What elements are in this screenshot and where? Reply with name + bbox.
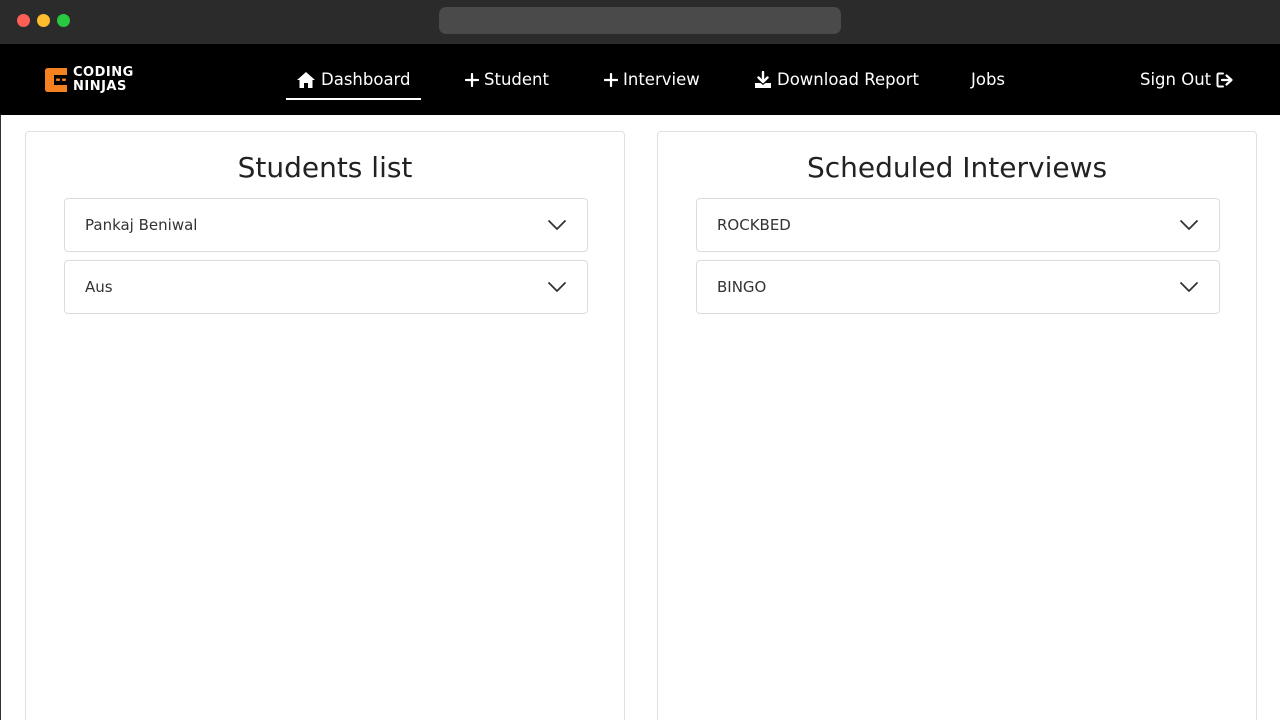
home-icon: [296, 71, 316, 89]
interview-accordion-item[interactable]: BINGO: [696, 260, 1220, 314]
logo-text: CODING NINJAS: [73, 66, 134, 94]
nav-dashboard-label: Dashboard: [321, 70, 411, 89]
scheduled-interviews-title: Scheduled Interviews: [806, 151, 1108, 184]
student-name: Pankaj Beniwal: [85, 216, 198, 234]
maximize-window-button[interactable]: [57, 14, 70, 27]
ninja-logo-icon: [44, 67, 69, 93]
company-name: BINGO: [717, 278, 767, 296]
nav-sign-out-label: Sign Out: [1140, 70, 1212, 89]
interview-accordion-item[interactable]: ROCKBED: [696, 198, 1220, 252]
students-list-panel: Students list Pankaj Beniwal Aus: [25, 131, 625, 720]
student-accordion-item[interactable]: Aus: [64, 260, 588, 314]
main-content: Students list Pankaj Beniwal Aus Schedul…: [0, 115, 1280, 720]
chevron-down-icon: [548, 220, 566, 230]
company-name: ROCKBED: [717, 216, 791, 234]
minimize-window-button[interactable]: [37, 14, 50, 27]
nav-jobs[interactable]: Jobs: [971, 44, 1005, 115]
chevron-down-icon: [548, 282, 566, 292]
plus-icon: [465, 72, 479, 87]
students-list-title: Students list: [237, 151, 413, 184]
student-accordion-item[interactable]: Pankaj Beniwal: [64, 198, 588, 252]
nav-sign-out[interactable]: Sign Out: [1140, 44, 1234, 115]
sign-out-icon: [1216, 72, 1234, 88]
chevron-down-icon: [1180, 220, 1198, 230]
coding-ninjas-logo[interactable]: CODING NINJAS: [44, 66, 134, 94]
student-name: Aus: [85, 278, 113, 296]
nav-add-student[interactable]: Student: [465, 44, 549, 115]
close-window-button[interactable]: [17, 14, 30, 27]
logo-line-1: CODING: [73, 65, 134, 80]
nav-dashboard[interactable]: Dashboard: [286, 44, 421, 115]
nav-jobs-label: Jobs: [971, 70, 1006, 89]
nav-interview-label: Interview: [623, 70, 700, 89]
nav-download-label: Download Report: [777, 70, 919, 89]
logo-line-2: NINJAS: [73, 79, 127, 94]
chevron-down-icon: [1180, 282, 1198, 292]
nav-download-report[interactable]: Download Report: [754, 44, 919, 115]
scheduled-interviews-panel: Scheduled Interviews ROCKBED BINGO: [657, 131, 1257, 720]
download-icon: [754, 70, 772, 89]
address-bar[interactable]: [439, 7, 841, 34]
top-navbar: CODING NINJAS Dashboard Student Intervie…: [0, 44, 1280, 115]
nav-student-label: Student: [484, 70, 549, 89]
plus-icon: [604, 72, 618, 87]
browser-titlebar: [0, 0, 1280, 44]
nav-add-interview[interactable]: Interview: [604, 44, 700, 115]
